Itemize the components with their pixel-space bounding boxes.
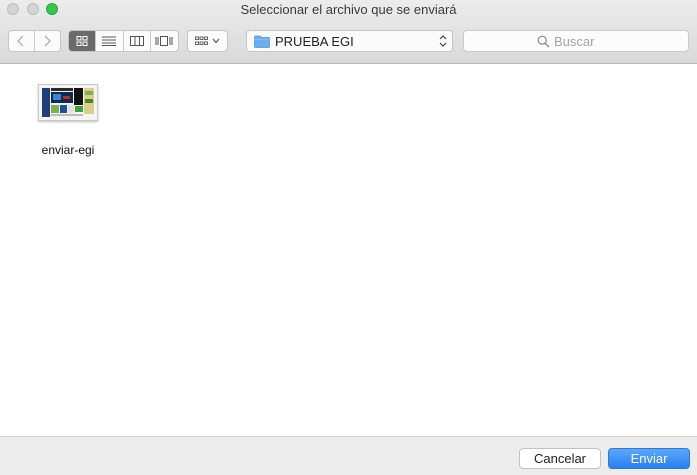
window-titlebar: Seleccionar el archivo que se enviará PR… xyxy=(0,0,697,64)
search-field xyxy=(463,30,689,52)
folder-icon xyxy=(254,35,270,48)
file-name: enviar-egi xyxy=(41,143,95,157)
coverflow-view-icon xyxy=(155,36,173,46)
file-thumbnail xyxy=(38,84,98,121)
arrange-menu-button[interactable] xyxy=(187,30,228,52)
search-input[interactable] xyxy=(554,33,679,49)
search-icon xyxy=(537,35,550,48)
icon-view-icon xyxy=(76,36,88,46)
navigation-buttons xyxy=(8,30,61,52)
cancel-button[interactable]: Cancelar xyxy=(519,448,601,469)
column-view-icon xyxy=(129,36,144,46)
file-browser-area xyxy=(0,64,697,436)
document-preview-image xyxy=(39,85,97,120)
icon-view-button[interactable] xyxy=(69,31,97,51)
chevron-down-icon xyxy=(212,38,220,44)
list-view-button[interactable] xyxy=(96,31,124,51)
list-view-icon xyxy=(102,36,117,46)
arrange-grid-icon xyxy=(195,36,208,45)
send-button[interactable]: Enviar xyxy=(608,448,690,469)
window-title: Seleccionar el archivo que se enviará xyxy=(240,2,457,17)
location-label: PRUEBA EGI xyxy=(275,34,354,49)
dialog-footer: Cancelar Enviar xyxy=(0,436,697,475)
arrange-control xyxy=(188,31,227,51)
chevron-left-icon xyxy=(17,35,24,47)
view-mode-selector xyxy=(68,30,179,52)
column-view-button[interactable] xyxy=(124,31,151,51)
back-button[interactable] xyxy=(9,31,35,51)
forward-button[interactable] xyxy=(35,31,60,51)
chevron-right-icon xyxy=(44,35,52,47)
coverflow-view-button[interactable] xyxy=(151,31,178,51)
location-popup[interactable]: PRUEBA EGI xyxy=(246,30,453,52)
updown-chevron-icon xyxy=(439,35,447,47)
